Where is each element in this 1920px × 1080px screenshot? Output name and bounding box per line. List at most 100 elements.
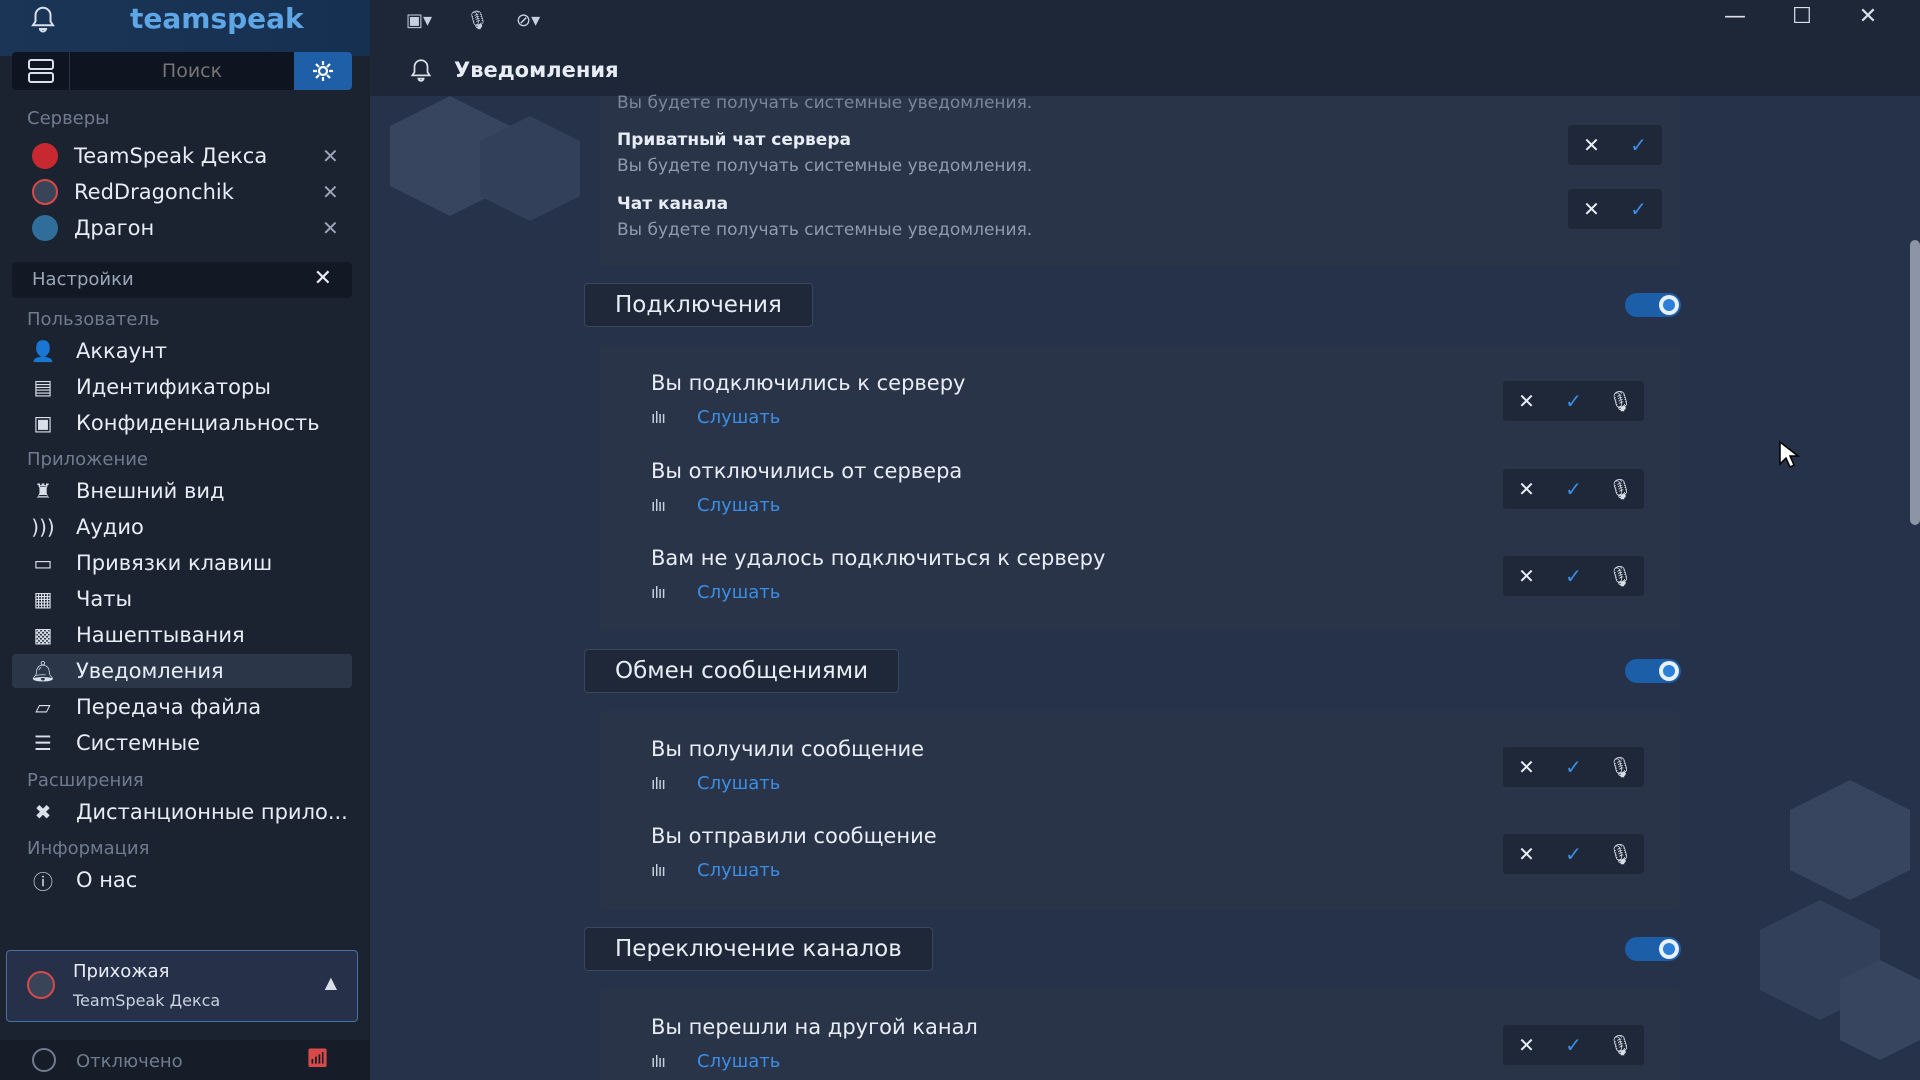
waveform-icon: ılıı — [651, 407, 666, 427]
hex-pattern-decoration — [390, 96, 580, 221]
minimize-icon[interactable]: — — [1715, 4, 1755, 34]
listen-link[interactable]: Слушать — [697, 407, 780, 428]
messaging-toggle[interactable] — [1625, 659, 1681, 683]
channel-server: TeamSpeak Декса — [73, 991, 221, 1010]
enable-option-icon[interactable]: ✓ — [1550, 381, 1597, 421]
microphone-icon[interactable]: 🎙︎ — [1597, 1025, 1644, 1065]
channel-name: Прихожая — [73, 961, 170, 982]
enable-option-icon[interactable]: ✓ — [1615, 125, 1662, 165]
server-item-dragon[interactable]: Драгон ✕ — [26, 211, 346, 245]
main-header: ▣▾ 🎙︎ ⊘▾ — ☐ ✕ Уведомления — [370, 0, 1920, 96]
enable-option-icon[interactable]: ✓ — [1550, 1025, 1597, 1065]
whisper-icon: ▩ — [33, 623, 53, 647]
nav-item-account[interactable]: 👤 Аккаунт — [12, 334, 352, 368]
nav-item-system[interactable]: ☰ Системные — [12, 726, 352, 760]
nav-label: Системные — [76, 731, 201, 755]
disable-option-icon[interactable]: ✕ — [1568, 125, 1615, 165]
settings-label: Настройки — [32, 269, 134, 290]
connections-toggle[interactable] — [1625, 293, 1681, 317]
disable-option-icon[interactable]: ✕ — [1503, 834, 1550, 874]
disable-option-icon[interactable]: ✕ — [1503, 556, 1550, 596]
microphone-icon[interactable]: 🎙︎ — [1597, 834, 1644, 874]
info-icon: ⓘ — [33, 869, 53, 894]
disable-option-icon[interactable]: ✕ — [1503, 747, 1550, 787]
group-header-channel-switching: Переключение каналов — [584, 927, 933, 971]
chevron-up-icon[interactable]: ▲ — [325, 973, 337, 992]
server-item-teamspeak-deksa[interactable]: TeamSpeak Декса ✕ — [26, 139, 346, 173]
nav-label: Аудио — [76, 515, 144, 539]
enable-option-icon[interactable]: ✓ — [1550, 469, 1597, 509]
maximize-icon[interactable]: ☐ — [1782, 4, 1822, 34]
nav-item-notifications[interactable]: 🔔︎ Уведомления — [12, 654, 352, 688]
nav-item-whispers[interactable]: ▩ Нашептывания — [12, 618, 352, 652]
bell-icon[interactable] — [28, 4, 58, 34]
notification-title: Приватный чат сервера — [617, 130, 851, 150]
sidebar: teamspeak Серверы TeamSpeak Декса ✕ RedD… — [0, 0, 370, 1080]
nav-item-audio[interactable]: ))) Аудио — [12, 510, 352, 544]
nav-item-privacy[interactable]: ▣ Конфиденциальность — [12, 406, 352, 440]
teamspeak-logo-icon — [27, 971, 55, 999]
microphone-icon[interactable]: 🎙︎ — [1597, 556, 1644, 596]
listen-link[interactable]: Слушать — [697, 495, 780, 516]
notification-title: Чат канала — [617, 194, 729, 214]
nav-label: Привязки клавиш — [76, 551, 273, 575]
enable-option-icon[interactable]: ✓ — [1550, 556, 1597, 596]
current-channel-card[interactable]: Прихожая TeamSpeak Декса ▲ — [6, 950, 358, 1022]
close-icon[interactable]: ✕ — [322, 144, 346, 168]
disable-option-icon[interactable]: ✕ — [1503, 469, 1550, 509]
notification-title: Вы перешли на другой канал — [651, 1015, 978, 1039]
microphone-icon[interactable]: 🎙︎ — [1597, 747, 1644, 787]
close-icon[interactable]: ✕ — [322, 180, 346, 204]
bookmarks-icon[interactable] — [12, 52, 70, 90]
scrollbar-thumb[interactable] — [1910, 240, 1920, 525]
listen-row: ılıı Слушать — [651, 770, 780, 796]
disable-option-icon[interactable]: ✕ — [1503, 381, 1550, 421]
disable-option-icon[interactable]: ✕ — [1503, 1025, 1550, 1065]
listen-link[interactable]: Слушать — [697, 773, 780, 794]
notification-title: Вы подключились к серверу — [651, 371, 966, 395]
keyboard-icon: ▭ — [33, 551, 53, 575]
teamspeak-logo-icon — [32, 179, 58, 205]
microphone-icon[interactable]: 🎙︎ — [466, 6, 489, 34]
enable-option-icon[interactable]: ✓ — [1550, 747, 1597, 787]
nav-label: Чаты — [76, 587, 133, 611]
afk-icon[interactable]: ▣▾ — [406, 6, 432, 34]
notification-title: Вы отправили сообщение — [651, 824, 937, 848]
section-label-user: Пользователь — [27, 309, 160, 330]
listen-link[interactable]: Слушать — [697, 1051, 780, 1072]
search-row — [12, 52, 352, 90]
listen-row: ılıı Слушать — [651, 1048, 780, 1074]
listen-link[interactable]: Слушать — [697, 860, 780, 881]
listen-link[interactable]: Слушать — [697, 582, 780, 603]
gear-icon[interactable] — [294, 52, 352, 90]
close-window-icon[interactable]: ✕ — [1848, 4, 1888, 34]
enable-option-icon[interactable]: ✓ — [1615, 189, 1662, 229]
nav-item-hotkeys[interactable]: ▭ Привязки клавиш — [12, 546, 352, 580]
servers-section-label: Серверы — [27, 108, 110, 129]
notification-option-group: ✕ ✓ — [1568, 125, 1662, 165]
notification-title: Вы отключились от сервера — [651, 459, 963, 483]
notification-title: Вам не удалось подключиться к серверу — [651, 546, 1106, 570]
server-item-reddragonchik[interactable]: RedDragonchik ✕ — [26, 175, 346, 209]
teamspeak-logo-icon[interactable]: ⊘▾ — [516, 6, 540, 34]
page-title: Уведомления — [454, 58, 619, 82]
close-settings-icon[interactable]: ✕ — [314, 266, 332, 291]
nav-item-about[interactable]: ⓘ О нас — [12, 863, 352, 897]
nav-item-file-transfer[interactable]: ▱ Передача файла — [12, 690, 352, 724]
nav-item-identities[interactable]: ▤ Идентификаторы — [12, 370, 352, 404]
enable-option-icon[interactable]: ✓ — [1550, 834, 1597, 874]
connection-icon: 📶︎ — [306, 1048, 329, 1069]
nav-item-chats[interactable]: ▦ Чаты — [12, 582, 352, 616]
disable-option-icon[interactable]: ✕ — [1568, 189, 1615, 229]
nav-item-remote-apps[interactable]: ✖ Дистанционные прило... — [12, 795, 352, 829]
microphone-icon[interactable]: 🎙︎ — [1597, 381, 1644, 421]
sound-icon: ))) — [31, 515, 55, 539]
section-label-extensions: Расширения — [27, 770, 144, 791]
id-card-icon: ▤ — [33, 375, 53, 399]
microphone-icon[interactable]: 🎙︎ — [1597, 469, 1644, 509]
channel-switching-toggle[interactable] — [1625, 937, 1681, 961]
close-icon[interactable]: ✕ — [322, 216, 346, 240]
chat-notifications-card — [600, 96, 1680, 266]
search-input[interactable] — [82, 58, 302, 84]
nav-item-appearance[interactable]: ♜ Внешний вид — [12, 474, 352, 508]
